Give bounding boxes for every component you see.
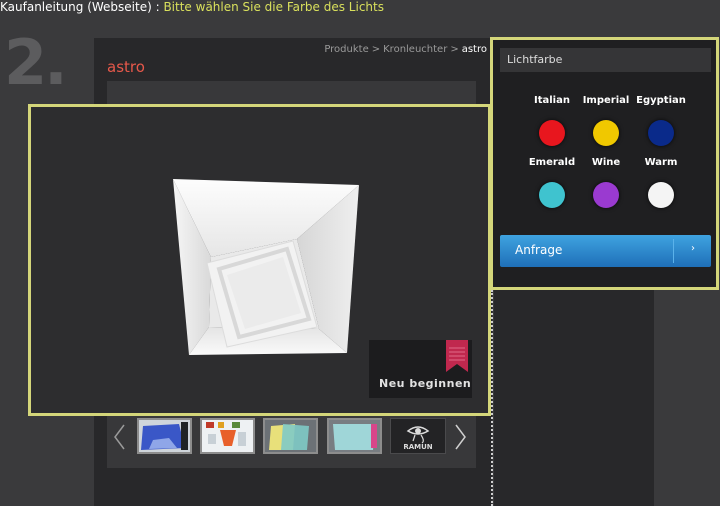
chevron-right-icon: › [691,243,695,254]
product-viewer: Neu beginnen [28,104,491,416]
guide-instruction: Bitte wählen Sie die Farbe des Lichts [163,0,384,14]
brand-logo[interactable]: RAMUN [390,418,446,454]
color-swatch-warm[interactable] [648,182,674,208]
guide-label: Kaufanleitung (Webseite) [0,0,152,14]
button-divider [673,239,674,263]
breadcrumb-item-kronleuchter[interactable]: Kronleuchter [383,44,447,55]
product-name: astro [107,58,145,76]
thumbnail-next-arrow-icon[interactable] [454,423,468,455]
color-swatch-imperial[interactable] [593,120,619,146]
inquiry-button[interactable]: Anfrage › [500,235,711,267]
dotted-divider [491,290,493,506]
light-color-panel: Lichtfarbe Italian Imperial Egyptian Eme… [490,37,719,290]
lamp-model-image [173,179,359,355]
bookmark-icon [446,340,468,372]
color-panel-title: Lichtfarbe [500,48,711,72]
step-number: 2. [4,26,68,99]
breadcrumb-separator: > [371,44,381,55]
restart-button[interactable]: Neu beginnen [369,340,472,398]
restart-label: Neu beginnen [379,377,472,390]
color-swatch-emerald[interactable] [539,182,565,208]
inquiry-label: Anfrage [515,243,563,257]
breadcrumb-separator: > [450,44,459,55]
color-swatch-italian[interactable] [539,120,565,146]
thumbnail-1[interactable] [137,418,192,454]
brand-label: RAMUN [403,443,433,451]
right-page-strip [494,290,654,506]
thumbnail-prev-arrow-icon[interactable] [112,423,126,455]
top-guide: Kaufanleitung (Webseite) : Bitte wählen … [0,0,384,14]
thumbnail-3[interactable] [263,418,318,454]
breadcrumb-item-current: astro [461,44,487,55]
color-label-warm: Warm [644,157,678,168]
guide-separator: : [151,0,164,14]
thumbnail-2[interactable] [200,418,255,454]
breadcrumb-item-produkte[interactable]: Produkte [324,44,368,55]
color-label-egyptian: Egyptian [636,95,686,106]
color-swatch-egyptian[interactable] [648,120,674,146]
thumbnail-4[interactable] [327,418,382,454]
color-swatch-wine[interactable] [593,182,619,208]
breadcrumb: Produkte > Kronleuchter > astro [324,44,487,55]
